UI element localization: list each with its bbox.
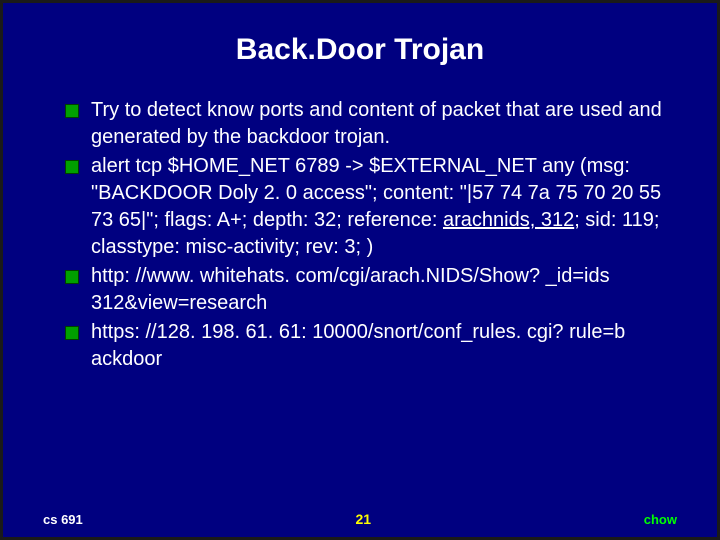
bullet-text: https: //128. 198. 61. 61: 10000/snort/c… — [91, 321, 625, 370]
list-item: http: //www. whitehats. com/cgi/arach.NI… — [65, 263, 677, 317]
footer-right: chow — [644, 512, 677, 527]
footer-page-number: 21 — [355, 511, 371, 527]
slide-footer: cs 691 21 chow — [3, 511, 717, 527]
slide: Back.Door Trojan Try to detect know port… — [3, 3, 717, 537]
list-item: Try to detect know ports and content of … — [65, 97, 677, 151]
list-item: alert tcp $HOME_NET 6789 -> $EXTERNAL_NE… — [65, 153, 677, 261]
bullet-list: Try to detect know ports and content of … — [43, 97, 677, 373]
slide-title: Back.Door Trojan — [43, 33, 677, 67]
bullet-text-underlined: arachnids, 312 — [443, 209, 574, 231]
list-item: https: //128. 198. 61. 61: 10000/snort/c… — [65, 319, 677, 373]
bullet-text: http: //www. whitehats. com/cgi/arach.NI… — [91, 265, 610, 314]
footer-left: cs 691 — [43, 512, 83, 527]
bullet-text: Try to detect know ports and content of … — [91, 99, 662, 148]
